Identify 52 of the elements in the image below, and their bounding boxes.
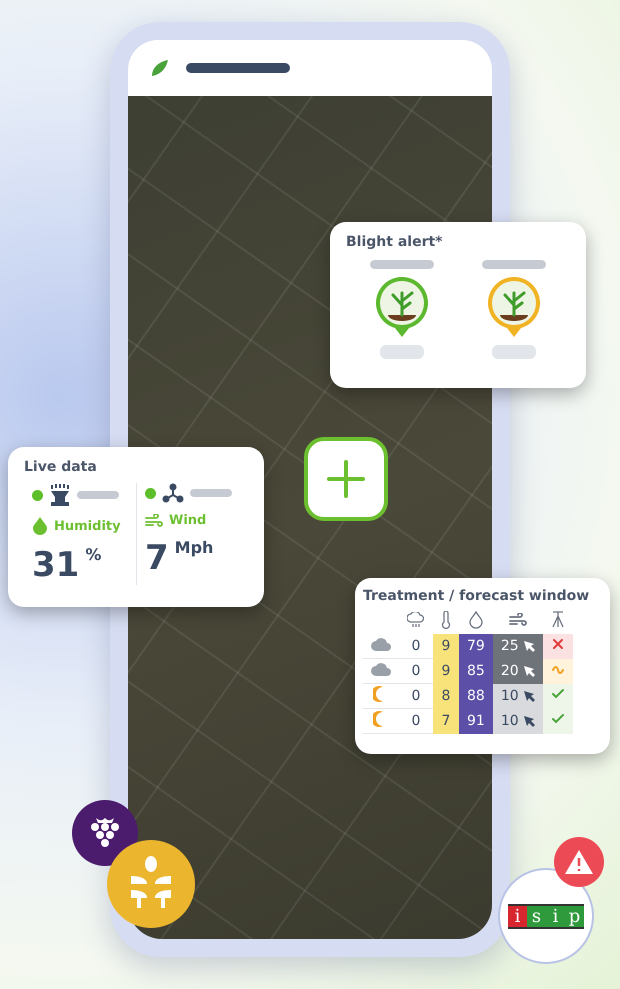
- network-icon: [162, 483, 184, 503]
- logo-letter: s: [527, 906, 546, 926]
- wind-icon: [145, 514, 163, 528]
- reading-unit: Mph: [174, 538, 214, 557]
- reading-value: 7: [145, 538, 169, 578]
- logo-letter: i: [508, 906, 527, 926]
- wind-direction-icon: [522, 640, 535, 652]
- check-icon: [550, 687, 565, 701]
- wind-cell: 10: [492, 708, 543, 734]
- wind-direction-icon: [522, 715, 535, 727]
- humidity-drop-icon: [32, 517, 48, 535]
- check-icon: [550, 712, 565, 726]
- date-placeholder-bar: [492, 345, 536, 359]
- card-title: Live data: [24, 459, 98, 475]
- sensor-label: Wind: [169, 513, 206, 528]
- cloud-icon: [371, 662, 391, 676]
- card-title: Treatment / forecast window: [363, 588, 590, 604]
- add-button[interactable]: [304, 437, 388, 521]
- wind-icon: [508, 613, 527, 627]
- cloud-icon: [371, 638, 391, 650]
- name-placeholder-bar: [77, 491, 119, 499]
- label-placeholder-bar: [370, 260, 434, 269]
- rain-cloud-icon: [407, 612, 425, 628]
- humidity-cell: 85: [459, 658, 493, 684]
- cross-icon: [550, 637, 565, 652]
- date-placeholder-bar: [380, 345, 424, 359]
- warning-icon: [564, 849, 594, 875]
- temperature-cell: 9: [433, 634, 459, 658]
- sensor-label: Humidity: [54, 518, 121, 534]
- label-placeholder-bar: [482, 260, 546, 269]
- wind-cell: 10: [492, 684, 543, 708]
- sprinkler-icon: [49, 483, 71, 507]
- reading-value: 31: [32, 545, 80, 585]
- humidity-drop-icon: [468, 611, 483, 629]
- wind-cell: 20: [492, 658, 543, 684]
- temperature-cell: 8: [433, 684, 459, 708]
- wind-direction-icon: [522, 665, 535, 677]
- logo-letter: p: [565, 906, 584, 926]
- leaf-logo-icon: [150, 58, 170, 78]
- thermometer-icon: [441, 611, 451, 629]
- name-placeholder-bar: [190, 489, 232, 497]
- wind-direction-icon: [522, 690, 535, 702]
- reading-unit: %: [85, 545, 102, 564]
- temperature-cell: 9: [433, 658, 459, 684]
- humidity-cell: 91: [459, 708, 493, 734]
- card-title: Blight alert*: [346, 234, 444, 250]
- plus-icon: [326, 459, 366, 499]
- humidity-cell: 79: [459, 634, 493, 658]
- temperature-cell: 7: [433, 708, 459, 734]
- humidity-cell: 88: [459, 684, 493, 708]
- logo-letter: i: [546, 906, 565, 926]
- wind-cell: 25: [492, 634, 543, 658]
